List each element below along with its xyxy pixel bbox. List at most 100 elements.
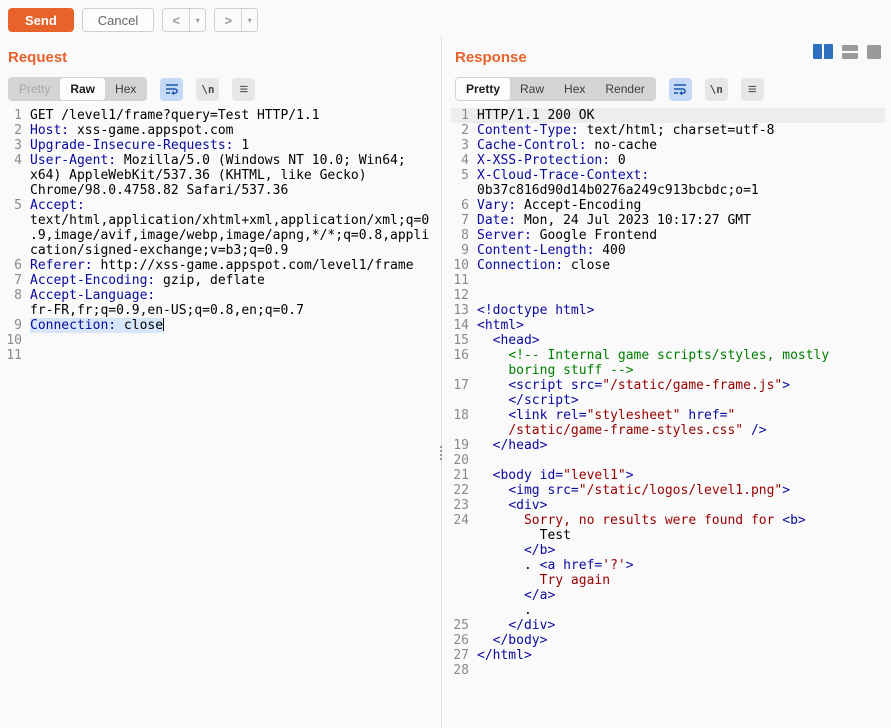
line-number	[4, 213, 22, 228]
code-line[interactable]: 6Vary: Accept-Encoding	[451, 198, 885, 213]
code-line[interactable]: 4X-XSS-Protection: 0	[451, 153, 885, 168]
code-line[interactable]: .	[451, 603, 885, 618]
code-line[interactable]: 1HTTP/1.1 200 OK	[451, 108, 885, 123]
code-line[interactable]: 2Host: xss-game.appspot.com	[4, 123, 435, 138]
line-number: 10	[4, 333, 22, 348]
code-line[interactable]: 17 <script src="/static/game-frame.js">	[451, 378, 885, 393]
code-line[interactable]: 9Connection: close	[4, 318, 435, 333]
code-line[interactable]: 8Server: Google Frontend	[451, 228, 885, 243]
code-line[interactable]: 28	[451, 663, 885, 678]
code-line[interactable]: 15 <head>	[451, 333, 885, 348]
next-request-dropdown[interactable]: ▾	[241, 9, 257, 31]
code-line[interactable]: 23 <div>	[451, 498, 885, 513]
code-text: . <a href='?'>	[477, 558, 634, 573]
code-line[interactable]: /static/game-frame-styles.css" />	[451, 423, 885, 438]
code-line[interactable]: 7Date: Mon, 24 Jul 2023 10:17:27 GMT	[451, 213, 885, 228]
code-line[interactable]: 10	[4, 333, 435, 348]
code-line[interactable]: 1GET /level1/frame?query=Test HTTP/1.1	[4, 108, 435, 123]
code-line[interactable]: text/html,application/xhtml+xml,applicat…	[4, 213, 435, 228]
code-line[interactable]: fr-FR,fr;q=0.9,en-US;q=0.8,en;q=0.7	[4, 303, 435, 318]
code-line[interactable]: 11	[451, 273, 885, 288]
code-line[interactable]: 7Accept-Encoding: gzip, deflate	[4, 273, 435, 288]
code-line[interactable]: 0b37c816d90d14b0276a249c913bcbdc;o=1	[451, 183, 885, 198]
line-number: 6	[4, 258, 22, 273]
line-number: 27	[451, 648, 469, 663]
code-line[interactable]: 26 </body>	[451, 633, 885, 648]
code-line[interactable]: Try again	[451, 573, 885, 588]
code-line[interactable]: 24 Sorry, no results were found for <b>	[451, 513, 885, 528]
code-line[interactable]: 2Content-Type: text/html; charset=utf-8	[451, 123, 885, 138]
show-newlines-toggle-icon[interactable]: \n	[196, 78, 219, 101]
code-line[interactable]: 22 <img src="/static/logos/level1.png">	[451, 483, 885, 498]
prev-request-dropdown[interactable]: ▾	[189, 9, 205, 31]
code-line[interactable]: </b>	[451, 543, 885, 558]
code-line[interactable]: .9,image/avif,image/webp,image/apng,*/*;…	[4, 228, 435, 243]
tab-raw[interactable]: Raw	[60, 78, 105, 100]
code-line[interactable]: . <a href='?'>	[451, 558, 885, 573]
code-line[interactable]: 3Cache-Control: no-cache	[451, 138, 885, 153]
word-wrap-toggle-icon[interactable]	[669, 78, 692, 101]
code-line[interactable]: 9Content-Length: 400	[451, 243, 885, 258]
tab-pretty[interactable]: Pretty	[456, 78, 510, 100]
editor-menu-icon[interactable]: ≡	[741, 78, 764, 101]
line-number	[4, 303, 22, 318]
editor-menu-icon[interactable]: ≡	[232, 78, 255, 101]
line-number: 4	[4, 153, 22, 168]
code-line[interactable]: cation/signed-exchange;v=b3;q=0.9	[4, 243, 435, 258]
code-line[interactable]: 12	[451, 288, 885, 303]
code-text: .	[477, 603, 532, 618]
panel-splitter-handle[interactable]	[438, 446, 444, 460]
line-number	[451, 543, 469, 558]
line-number: 6	[451, 198, 469, 213]
code-line[interactable]: Test	[451, 528, 885, 543]
code-line[interactable]: 20	[451, 453, 885, 468]
code-line[interactable]: 10Connection: close	[451, 258, 885, 273]
word-wrap-toggle-icon[interactable]	[160, 78, 183, 101]
code-line[interactable]: 18 <link rel="stylesheet" href="	[451, 408, 885, 423]
tab-raw[interactable]: Raw	[510, 78, 554, 100]
code-line[interactable]: </script>	[451, 393, 885, 408]
show-newlines-toggle-icon[interactable]: \n	[705, 78, 728, 101]
response-editor[interactable]: 1HTTP/1.1 200 OK2Content-Type: text/html…	[447, 108, 891, 678]
repeater-toolbar: Send Cancel < ▾ > ▾	[0, 0, 891, 34]
next-request-button[interactable]: >	[215, 9, 241, 31]
code-line[interactable]: 3Upgrade-Insecure-Requests: 1	[4, 138, 435, 153]
code-line[interactable]: 25 </div>	[451, 618, 885, 633]
tab-hex[interactable]: Hex	[105, 78, 146, 100]
code-line[interactable]: 14<html>	[451, 318, 885, 333]
code-line[interactable]: Chrome/98.0.4758.82 Safari/537.36	[4, 183, 435, 198]
code-line[interactable]: 11	[4, 348, 435, 363]
request-editor[interactable]: 1GET /level1/frame?query=Test HTTP/1.12H…	[0, 108, 441, 363]
layout-rows-icon[interactable]	[842, 45, 858, 59]
code-line[interactable]: 21 <body id="level1">	[451, 468, 885, 483]
code-text: Chrome/98.0.4758.82 Safari/537.36	[30, 183, 288, 198]
code-text: x64) AppleWebKit/537.36 (KHTML, like Gec…	[30, 168, 367, 183]
code-text: Server: Google Frontend	[477, 228, 657, 243]
layout-columns-icon[interactable]	[813, 44, 833, 59]
prev-request-button[interactable]: <	[163, 9, 189, 31]
code-text: <body id="level1">	[477, 468, 634, 483]
code-line[interactable]: x64) AppleWebKit/537.36 (KHTML, like Gec…	[4, 168, 435, 183]
panel-divider	[441, 36, 442, 728]
code-line[interactable]: 6Referer: http://xss-game.appspot.com/le…	[4, 258, 435, 273]
code-line[interactable]: boring stuff -->	[451, 363, 885, 378]
code-line[interactable]: 27</html>	[451, 648, 885, 663]
code-line[interactable]: 16 <!-- Internal game scripts/styles, mo…	[451, 348, 885, 363]
tab-render[interactable]: Render	[595, 78, 654, 100]
line-number: 2	[4, 123, 22, 138]
code-line[interactable]: 4User-Agent: Mozilla/5.0 (Windows NT 10.…	[4, 153, 435, 168]
layout-single-icon[interactable]	[867, 45, 881, 59]
line-number: 20	[451, 453, 469, 468]
code-text: Connection: close	[30, 318, 164, 333]
code-line[interactable]: </a>	[451, 588, 885, 603]
code-line[interactable]: 5Accept:	[4, 198, 435, 213]
code-line[interactable]: 13<!doctype html>	[451, 303, 885, 318]
cancel-button[interactable]: Cancel	[82, 8, 154, 32]
tab-hex[interactable]: Hex	[554, 78, 595, 100]
code-line[interactable]: 19 </head>	[451, 438, 885, 453]
code-text: Upgrade-Insecure-Requests: 1	[30, 138, 249, 153]
code-text: </div>	[477, 618, 555, 633]
send-button[interactable]: Send	[8, 8, 74, 32]
code-line[interactable]: 5X-Cloud-Trace-Context:	[451, 168, 885, 183]
code-line[interactable]: 8Accept-Language:	[4, 288, 435, 303]
